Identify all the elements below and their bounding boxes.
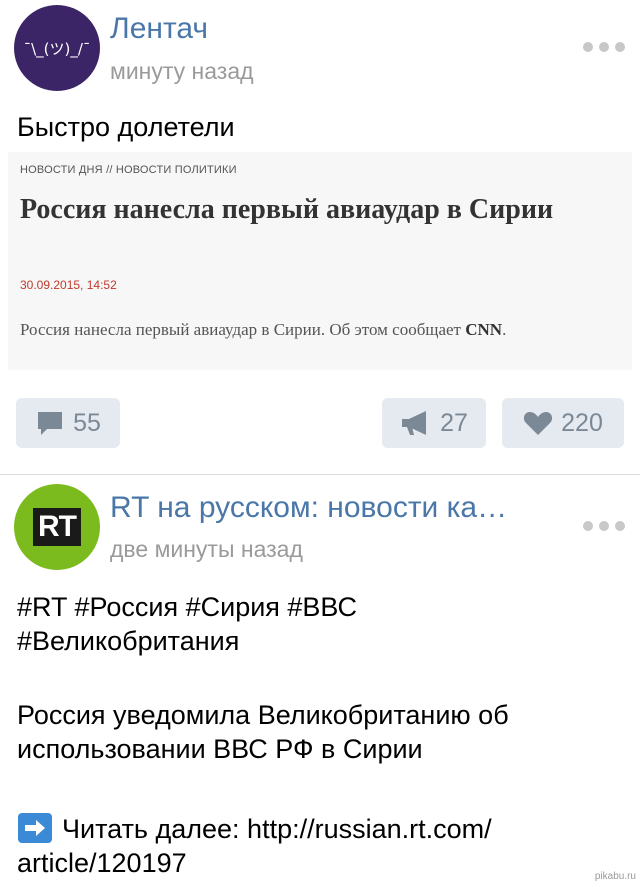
repost-button[interactable]: 27 — [382, 398, 486, 448]
post-time: минуту назад — [110, 58, 254, 84]
post-text-line-2: использовании ВВС РФ в Сирии — [17, 734, 423, 764]
rt-logo-text: RT — [33, 508, 81, 546]
arrow-right-icon — [18, 813, 52, 843]
reposts-count: 27 — [440, 408, 468, 437]
post-text-line-1: Россия уведомила Великобританию об — [17, 700, 509, 730]
post-time: две минуты назад — [110, 536, 303, 562]
news-date: 30.09.2015, 14:52 — [20, 278, 117, 292]
news-headline: Россия нанесла первый авиаудар в Сирии — [20, 194, 554, 225]
heart-icon — [524, 412, 553, 435]
more-options-icon[interactable] — [583, 520, 625, 532]
news-summary: Россия нанесла первый авиаудар в Сирии. … — [20, 320, 507, 339]
comment-icon — [38, 412, 63, 435]
hashtags-line-2[interactable]: #Великобритания — [17, 624, 239, 658]
like-button[interactable]: 220 — [502, 398, 624, 448]
likes-count: 220 — [561, 408, 603, 437]
read-more-link-cont[interactable]: article/120197 — [17, 846, 187, 880]
watermark: pikabu.ru — [594, 871, 636, 882]
breadcrumb: НОВОСТИ ДНЯ // НОВОСТИ ПОЛИТИКИ — [20, 164, 237, 176]
embedded-news-screenshot: НОВОСТИ ДНЯ // НОВОСТИ ПОЛИТИКИ Россия н… — [8, 152, 632, 370]
post-text: Быстро долетели — [17, 112, 235, 142]
more-options-icon[interactable] — [583, 41, 625, 53]
comments-button[interactable]: 55 — [16, 398, 120, 448]
comments-count: 55 — [73, 408, 101, 437]
post-divider — [0, 474, 640, 475]
source-name[interactable]: Лентач — [110, 12, 208, 46]
lentach-avatar[interactable]: ¯\_(ツ)_/¯ — [14, 5, 100, 91]
megaphone-icon — [402, 411, 427, 435]
news-source-name: CNN — [465, 320, 503, 339]
hashtags-line-1[interactable]: #RT #Россия #Сирия #ВВС — [17, 590, 357, 624]
read-more-link[interactable]: Читать далее: http://russian.rt.com/ — [62, 812, 492, 846]
rt-avatar[interactable]: RT — [14, 484, 100, 570]
avatar-shrug-text: ¯\_(ツ)_/¯ — [23, 39, 91, 58]
source-name[interactable]: RT на русском: новости ка… — [110, 491, 507, 525]
